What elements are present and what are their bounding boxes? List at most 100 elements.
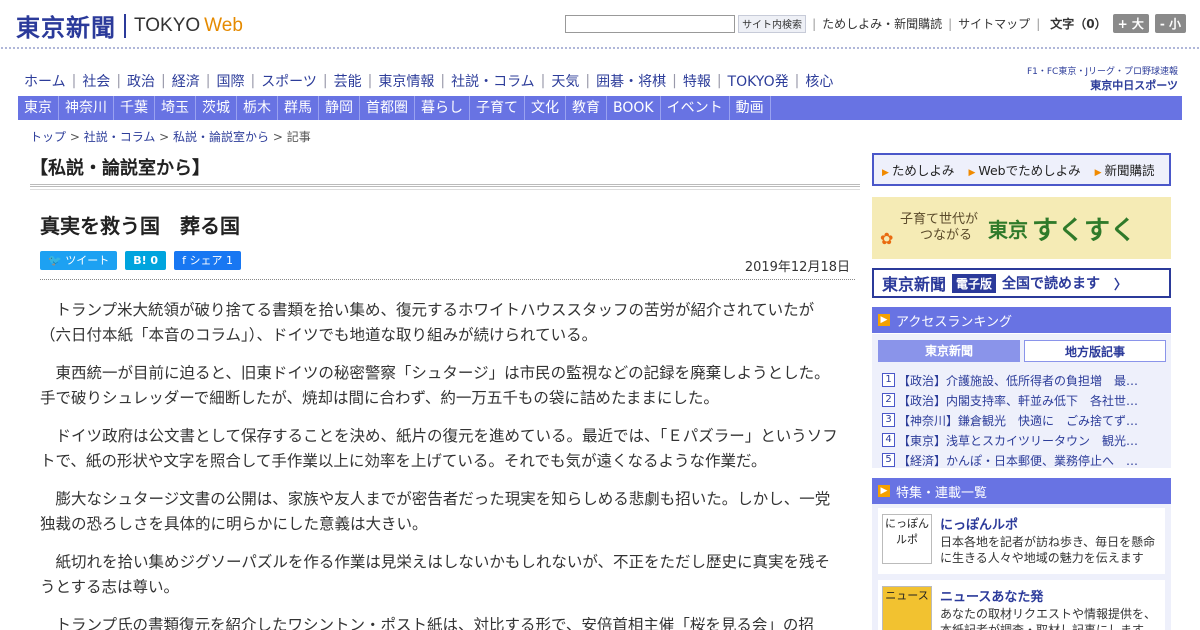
region-nav-item[interactable]: 子育て: [470, 96, 525, 120]
global-nav-item[interactable]: 囲碁・将棋: [590, 71, 672, 91]
ranking-item-text: 【神奈川】鎌倉観光 快適に ごみ捨てず…: [898, 413, 1139, 428]
digital-badge: 電子版: [952, 273, 997, 293]
sukusuku-line2: つながる: [920, 228, 973, 243]
global-nav-item[interactable]: 経済: [166, 71, 206, 91]
global-nav-item[interactable]: ホーム: [18, 71, 72, 91]
section-title: 【私説・論説室から】: [30, 158, 210, 179]
global-nav-item[interactable]: 東京情報: [372, 71, 440, 91]
global-nav-item[interactable]: 天気: [545, 71, 585, 91]
link-web-trial-label: Webでためしよみ: [978, 163, 1081, 178]
feature-desc: 日本各地を記者が訪ね歩き、毎日を懸命に生きる人々や地域の魅力を伝えます: [940, 535, 1156, 565]
tweet-label: ツイート: [65, 254, 110, 267]
sukusuku-banner[interactable]: ✿ 子育て世代が つながる 東京 すくすく: [872, 197, 1171, 259]
region-nav-item[interactable]: イベント: [661, 96, 730, 120]
rank-number: 2: [882, 393, 895, 407]
chevron-right-icon: 〉: [1114, 277, 1128, 293]
section-divider: [30, 184, 860, 190]
region-nav-item[interactable]: 埼玉: [155, 96, 196, 120]
region-nav-item[interactable]: 暮らし: [415, 96, 470, 120]
region-nav-item[interactable]: 文化: [525, 96, 566, 120]
global-nav-item[interactable]: 芸能: [328, 71, 368, 91]
region-nav-item[interactable]: 首都圏: [360, 96, 415, 120]
search-input[interactable]: [565, 14, 736, 33]
arrow-square-icon: ▶: [878, 485, 890, 497]
flower-icon: ✿: [880, 229, 894, 248]
region-nav-item[interactable]: 東京: [18, 96, 59, 120]
region-nav-item[interactable]: 千葉: [114, 96, 155, 120]
ranking-item[interactable]: 3 【神奈川】鎌倉観光 快適に ごみ捨てず…: [882, 410, 1167, 430]
triangle-icon: ▶: [882, 168, 889, 178]
chunichi-line1: F1・FC東京・Jリーグ・プロ野球速報: [1026, 67, 1178, 77]
feature-thumbnail: にっぽんルポ: [882, 514, 932, 564]
feature-title: ニュースあなた発: [940, 590, 1044, 605]
feature-thumbnail: ニュース: [882, 586, 932, 630]
region-nav-item[interactable]: 茨城: [196, 96, 237, 120]
region-nav: 東京 神奈川 千葉 埼玉 茨城 栃木 群馬 静岡 首都圏 暮らし 子育て 文化 教育 BOOK イベント 動画: [18, 96, 1182, 120]
global-nav-item[interactable]: スポーツ: [255, 71, 323, 91]
breadcrumb-current: 記事: [286, 130, 311, 144]
article-paragraph: トランプ氏の書類復元を紹介したワシントン・ポスト紙は、対比する形で、安倍首相主催…: [55, 616, 814, 630]
site-logo[interactable]: 東京新聞 TOKYO Web: [16, 8, 243, 43]
logo-en: TOKYO: [134, 14, 201, 36]
share-buttons: 🐦 ツイート B! 0 f シェア 1: [40, 251, 249, 270]
region-nav-item[interactable]: BOOK: [607, 96, 661, 120]
logo-ja: 東京新聞: [16, 13, 116, 42]
chunichi-sports-link[interactable]: F1・FC東京・Jリーグ・プロ野球速報 東京中日スポーツ: [1027, 64, 1178, 93]
ranking-item[interactable]: 5 【経済】かんぽ・日本郵便、業務停止へ …: [882, 450, 1167, 470]
link-subscribe[interactable]: ▶ 新聞購読: [1095, 160, 1155, 179]
article-date: 2019年12月18日: [744, 260, 850, 275]
ranking-heading-label: アクセスランキング: [896, 314, 1012, 330]
logo-web: Web: [204, 14, 243, 36]
region-nav-item[interactable]: 教育: [566, 96, 607, 120]
facebook-share-button[interactable]: f シェア 1: [174, 251, 241, 270]
region-nav-item[interactable]: 栃木: [237, 96, 278, 120]
global-nav-item[interactable]: 国際: [210, 71, 250, 91]
breadcrumb-top[interactable]: トップ: [30, 130, 66, 144]
header-link-sitemap[interactable]: サイトマップ: [958, 15, 1030, 32]
tab-tokyo-shimbun[interactable]: 東京新聞: [878, 340, 1020, 362]
article-title: 真実を救う国 葬る国: [40, 214, 240, 238]
tweet-button[interactable]: 🐦 ツイート: [40, 251, 118, 270]
feature-item-nippon-repo[interactable]: にっぽんルポ にっぽんルポ 日本各地を記者が訪ね歩き、毎日を懸命に生きる人々や地…: [878, 508, 1165, 574]
article-paragraph: ドイツ政府は公文書として保存することを決め、紙片の復元を進めている。最近では、「…: [40, 427, 838, 470]
tab-local-articles[interactable]: 地方版記事: [1024, 340, 1166, 362]
font-larger-button[interactable]: + 大: [1112, 14, 1149, 33]
ranking-item[interactable]: 1 【政治】介護施設、低所得者の負担増 最…: [882, 370, 1167, 390]
region-nav-item[interactable]: 静岡: [319, 96, 360, 120]
site-header: 東京新聞 TOKYO Web サイト内検索 | ためしよみ・新聞購読 | サイト…: [0, 0, 1200, 58]
rank-number: 5: [882, 453, 895, 467]
divider: |: [1036, 16, 1041, 31]
link-trial[interactable]: ▶ ためしよみ: [882, 160, 954, 179]
article-paragraph: 東西統一が目前に迫ると、旧東ドイツの秘密警察「シュタージ」は市民の監視などの記録…: [40, 364, 830, 407]
arrow-square-icon: ▶: [878, 314, 890, 326]
global-nav-item[interactable]: TOKYO発: [722, 71, 795, 91]
global-nav-item[interactable]: 政治: [121, 71, 161, 91]
ranking-item[interactable]: 2 【政治】内閣支持率、軒並み低下 各社世…: [882, 390, 1167, 410]
global-nav-item[interactable]: 核心: [799, 71, 839, 91]
link-web-trial[interactable]: ▶ Webでためしよみ: [968, 160, 1080, 179]
breadcrumb-editorial[interactable]: 社説・コラム: [84, 130, 156, 144]
region-nav-item[interactable]: 動画: [730, 96, 771, 120]
features-panel: にっぽんルポ にっぽんルポ 日本各地を記者が訪ね歩き、毎日を懸命に生きる人々や地…: [872, 504, 1171, 630]
rank-number: 1: [882, 373, 895, 387]
region-nav-item[interactable]: 群馬: [278, 96, 319, 120]
ranking-panel: 東京新聞 地方版記事 1 【政治】介護施設、低所得者の負担増 最… 2 【政治】内閣…: [872, 334, 1171, 468]
global-nav-item[interactable]: 特報: [677, 71, 717, 91]
digital-edition-banner[interactable]: 東京新聞 電子版 全国で読めます 〉: [872, 268, 1171, 298]
twitter-icon: 🐦: [48, 254, 66, 267]
region-nav-item[interactable]: 神奈川: [59, 96, 114, 120]
ranking-item[interactable]: 4 【東京】浅草とスカイツリータウン 観光…: [882, 430, 1167, 450]
features-heading-label: 特集・連載一覧: [896, 485, 988, 501]
global-nav-item[interactable]: 社会: [76, 71, 116, 91]
feature-item-news-anata[interactable]: ニュース ニュースあなた発 あなたの取材リクエストや情報提供を、本紙記者が調査・…: [878, 580, 1165, 630]
site-search-button[interactable]: サイト内検索: [738, 14, 807, 33]
font-smaller-button[interactable]: - 小: [1154, 14, 1186, 33]
breadcrumb-column[interactable]: 私説・論説室から: [173, 130, 269, 144]
hatena-bookmark-button[interactable]: B! 0: [125, 251, 167, 270]
facebook-share-label: シェア 1: [189, 254, 233, 267]
article-paragraph: 紙切れを拾い集めジグソーパズルを作る作業は見栄えはしないかもしれないが、不正をた…: [40, 553, 831, 596]
header-link-subscribe[interactable]: ためしよみ・新聞購読: [822, 15, 942, 32]
article-body: トランプ米大統領が破り捨てる書類を拾い集め、復元するホワイトハウススタッフの苦労…: [40, 298, 845, 630]
global-nav-item[interactable]: 社説・コラム: [445, 71, 541, 91]
triangle-icon: ▶: [1094, 168, 1102, 178]
